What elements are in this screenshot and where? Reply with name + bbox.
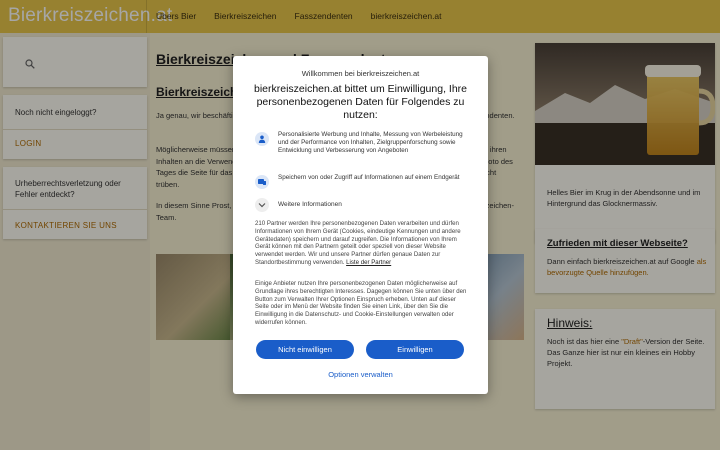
- consent-dialog: Willkommen bei bierkreiszeichen.at bierk…: [233, 56, 488, 394]
- partner-list-link[interactable]: Liste der Partner: [346, 259, 391, 266]
- more-info-toggle[interactable]: Weitere Informationen: [255, 198, 470, 212]
- chevron-down-icon[interactable]: [255, 198, 269, 212]
- person-icon: [255, 132, 269, 146]
- device-storage-icon: [255, 175, 269, 189]
- accept-consent-button[interactable]: Einwilligen: [366, 340, 464, 359]
- consent-heading: bierkreiszeichen.at bittet um Einwilligu…: [253, 83, 468, 121]
- purpose-text: Speichern von oder Zugriff auf Informati…: [278, 174, 460, 181]
- purpose-text: Personalisierte Werbung und Inhalte, Mes…: [278, 131, 463, 154]
- consent-welcome: Willkommen bei bierkreiszeichen.at: [301, 69, 420, 78]
- reject-consent-button[interactable]: Nicht einwilligen: [256, 340, 354, 359]
- consent-legitimate-interest-text: Einige Anbieter nutzen Ihre personenbezo…: [255, 280, 467, 326]
- more-info-label[interactable]: Weitere Informationen: [278, 201, 342, 208]
- consent-partners-text: 210 Partner werden Ihre personenbezogene…: [255, 220, 467, 267]
- manage-options-link[interactable]: Optionen verwalten: [233, 370, 488, 379]
